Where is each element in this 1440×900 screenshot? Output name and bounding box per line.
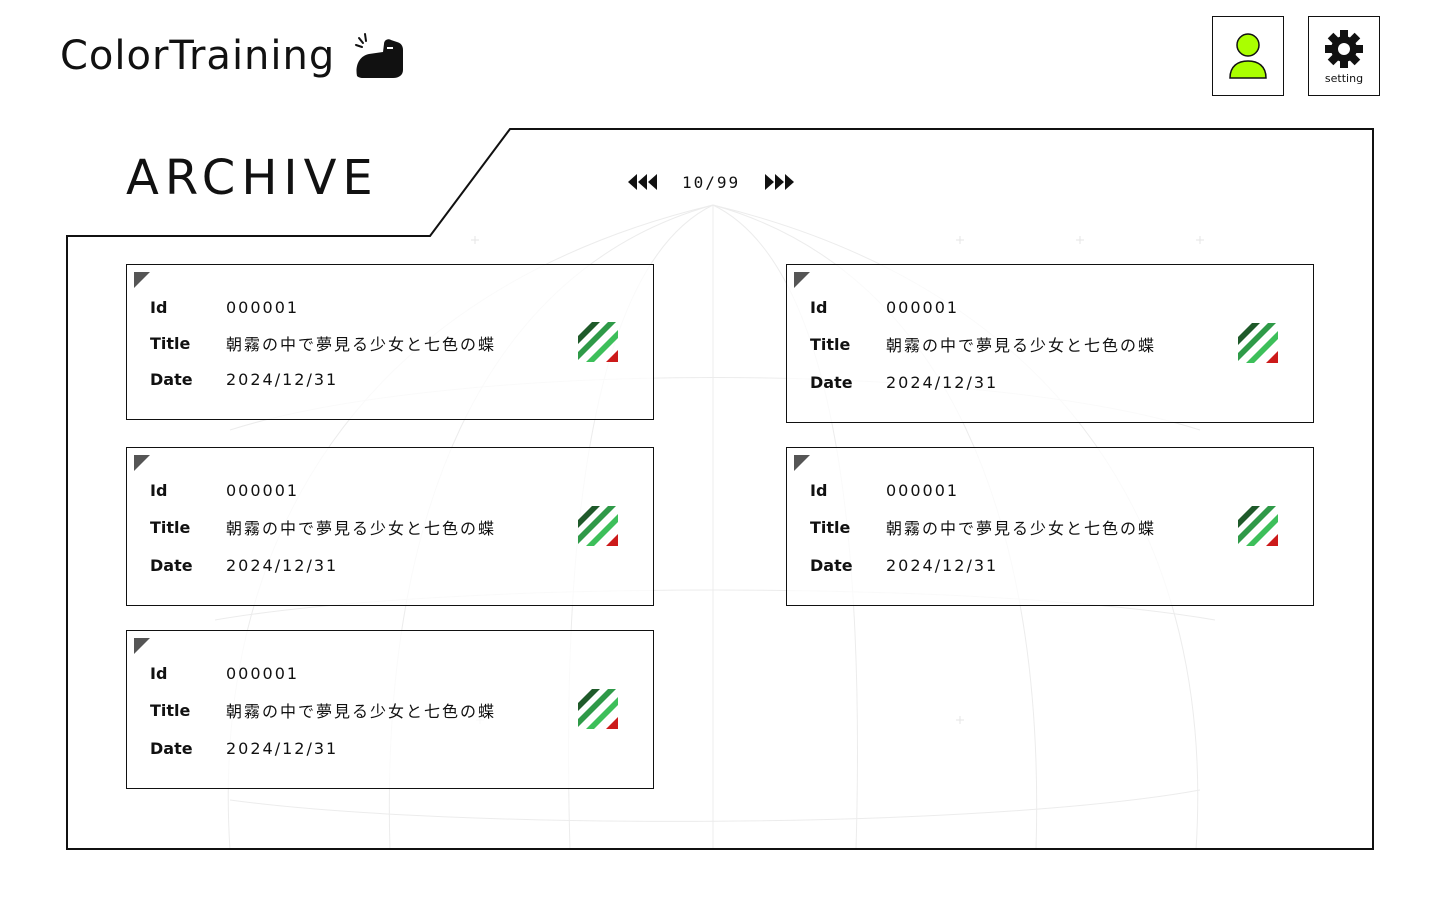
setting-button[interactable]: setting	[1308, 16, 1380, 96]
card-title-label: Title	[150, 517, 191, 537]
card-date-row: Date 2024/12/31	[150, 368, 338, 390]
card-id-label: Id	[150, 297, 168, 317]
card-id-row: Id 000001	[150, 662, 299, 684]
card-date-value: 2024/12/31	[226, 555, 339, 575]
card-date-value: 2024/12/31	[886, 555, 999, 575]
card-date-value: 2024/12/31	[226, 738, 339, 758]
card-date-row: Date 2024/12/31	[150, 737, 338, 759]
page-indicator: 10/99	[682, 172, 741, 192]
card-title-row: Title 朝霧の中で夢見る少女と七色の蝶	[810, 333, 1157, 356]
card-date-value: 2024/12/31	[886, 372, 999, 392]
card-corner-icon	[794, 455, 810, 471]
card-id-label: Id	[150, 480, 168, 500]
card-title-row: Title 朝霧の中で夢見る少女と七色の蝶	[810, 516, 1157, 539]
card-id-value: 000001	[226, 663, 300, 683]
gear-icon	[1325, 29, 1363, 68]
card-date-value: 2024/12/31	[226, 369, 339, 389]
logo-text: ColorTraining	[60, 33, 336, 79]
card-corner-icon	[794, 272, 810, 288]
card-date-label: Date	[150, 369, 193, 389]
color-swatch-icon	[1238, 506, 1278, 546]
card-title-value: 朝霧の中で夢見る少女と七色の蝶	[886, 336, 1157, 355]
card-id-row: Id 000001	[150, 479, 299, 501]
archive-card[interactable]: Id 000001 Title 朝霧の中で夢見る少女と七色の蝶 Date 202…	[126, 630, 654, 789]
card-corner-icon	[134, 272, 150, 288]
card-title-label: Title	[150, 700, 191, 720]
card-id-row: Id 000001	[150, 296, 299, 318]
user-icon	[1229, 33, 1267, 79]
card-id-value: 000001	[886, 297, 960, 317]
card-date-row: Date 2024/12/31	[810, 554, 998, 576]
card-title-value: 朝霧の中で夢見る少女と七色の蝶	[226, 702, 497, 721]
page-title: ARCHIVE	[126, 150, 379, 206]
archive-card[interactable]: Id 000001 Title 朝霧の中で夢見る少女と七色の蝶 Date 202…	[786, 264, 1314, 423]
card-title-value: 朝霧の中で夢見る少女と七色の蝶	[226, 519, 497, 538]
color-swatch-icon	[578, 322, 618, 362]
card-date-row: Date 2024/12/31	[150, 554, 338, 576]
card-date-label: Date	[150, 738, 193, 758]
color-swatch-icon	[578, 506, 618, 546]
triple-chevron-left-icon[interactable]	[626, 171, 660, 193]
card-id-value: 000001	[886, 480, 960, 500]
card-title-value: 朝霧の中で夢見る少女と七色の蝶	[886, 519, 1157, 538]
flexed-arm-icon	[355, 33, 404, 78]
card-title-row: Title 朝霧の中で夢見る少女と七色の蝶	[150, 699, 497, 722]
card-id-row: Id 000001	[810, 479, 959, 501]
user-profile-button[interactable]	[1212, 16, 1284, 96]
card-id-value: 000001	[226, 480, 300, 500]
archive-card[interactable]: Id 000001 Title 朝霧の中で夢見る少女と七色の蝶 Date 202…	[786, 447, 1314, 606]
color-swatch-icon	[578, 689, 618, 729]
card-corner-icon	[134, 638, 150, 654]
card-title-row: Title 朝霧の中で夢見る少女と七色の蝶	[150, 332, 497, 355]
card-id-label: Id	[810, 297, 828, 317]
card-id-label: Id	[150, 663, 168, 683]
card-id-label: Id	[810, 480, 828, 500]
pagination: 10/99	[626, 168, 796, 196]
archive-card[interactable]: Id 000001 Title 朝霧の中で夢見る少女と七色の蝶 Date 202…	[126, 264, 654, 420]
archive-card[interactable]: Id 000001 Title 朝霧の中で夢見る少女と七色の蝶 Date 202…	[126, 447, 654, 606]
card-corner-icon	[134, 455, 150, 471]
card-date-row: Date 2024/12/31	[810, 371, 998, 393]
setting-label: setting	[1324, 71, 1364, 85]
card-date-label: Date	[150, 555, 193, 575]
color-swatch-icon	[1238, 323, 1278, 363]
card-date-label: Date	[810, 372, 853, 392]
triple-chevron-right-icon[interactable]	[762, 171, 796, 193]
card-title-row: Title 朝霧の中で夢見る少女と七色の蝶	[150, 516, 497, 539]
card-title-label: Title	[810, 517, 851, 537]
card-id-row: Id 000001	[810, 296, 959, 318]
card-title-label: Title	[150, 333, 191, 353]
card-date-label: Date	[810, 555, 853, 575]
app-logo[interactable]: ColorTraining	[60, 30, 405, 82]
card-id-value: 000001	[226, 297, 300, 317]
card-title-label: Title	[810, 334, 851, 354]
card-title-value: 朝霧の中で夢見る少女と七色の蝶	[226, 335, 497, 354]
